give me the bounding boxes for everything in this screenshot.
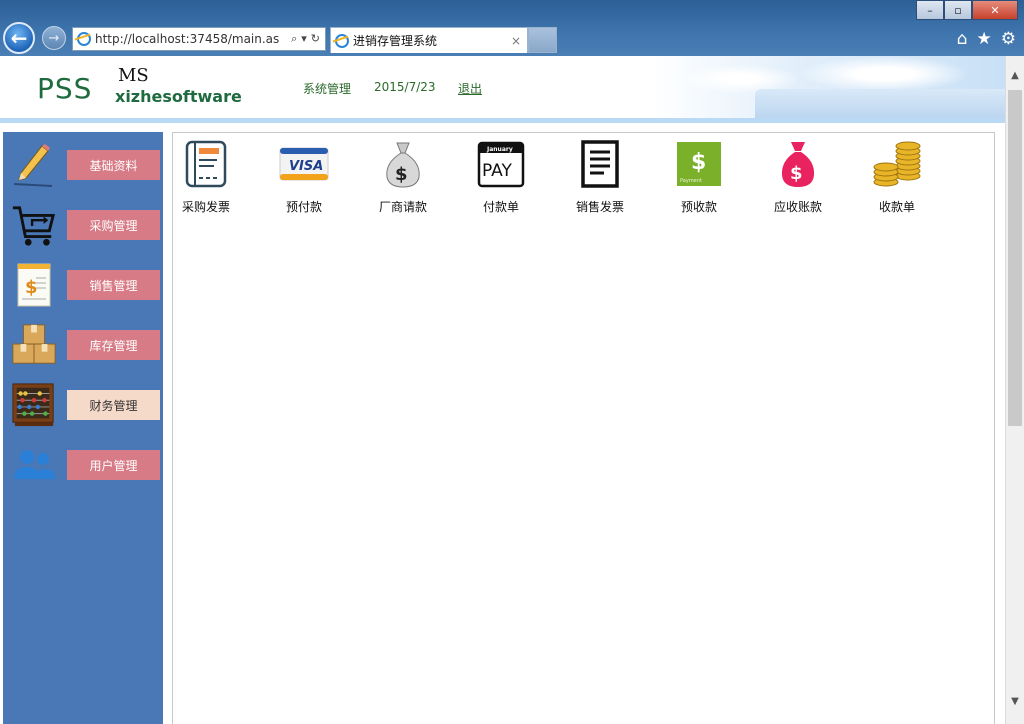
- finance-item-purchase-invoice[interactable]: 采购发票: [171, 139, 241, 215]
- finance-item-label: 预付款: [285, 200, 322, 214]
- sidebar-item-basic-data[interactable]: 基础资料: [3, 140, 163, 190]
- toolbar-icons: ⌂ ★ ⚙: [957, 29, 1016, 49]
- forward-button[interactable]: →: [42, 26, 66, 50]
- maximize-button[interactable]: ▫: [944, 0, 972, 20]
- sidebar-label[interactable]: 财务管理: [67, 390, 160, 420]
- finance-item-receipt[interactable]: 收款单: [862, 139, 932, 215]
- cloud-decoration: [800, 56, 970, 92]
- minimize-button[interactable]: –: [916, 0, 944, 20]
- address-bar[interactable]: http://localhost:37458/main.as ⌕ ▾ ↻: [72, 27, 326, 51]
- browser-chrome: – ▫ ✕ ← → http://localhost:37458/main.as…: [0, 0, 1024, 56]
- logo-subtitle: xizhesoftware: [115, 87, 242, 106]
- finance-item-label: 预收款: [680, 200, 717, 214]
- svg-text:$: $: [395, 164, 408, 185]
- finance-item-vendor-request[interactable]: $ 厂商请款: [368, 139, 438, 215]
- pay-calendar-icon: January PAY: [476, 139, 526, 189]
- header-divider: [0, 118, 1005, 123]
- sidebar-label[interactable]: 库存管理: [67, 330, 160, 360]
- finance-item-label: 销售发票: [575, 200, 624, 214]
- refresh-icon[interactable]: ↻: [311, 32, 320, 46]
- svg-text:$: $: [790, 163, 803, 184]
- scroll-up-icon[interactable]: ▲: [1008, 70, 1022, 86]
- users-icon: [11, 442, 57, 488]
- sidebar-item-sales[interactable]: $ 销售管理: [3, 260, 163, 310]
- logo-ms: MS: [118, 65, 149, 86]
- finance-item-payment-order[interactable]: January PAY 付款单: [466, 139, 536, 215]
- settings-gear-icon[interactable]: ⚙: [1001, 29, 1016, 49]
- svg-text:$: $: [691, 150, 706, 175]
- sidebar: 基础资料 采购管理 $ 销售管理 库存管理 财务管理 用户管理: [3, 132, 163, 724]
- logo-pss: PSS: [37, 72, 93, 105]
- svg-text:$: $: [25, 277, 38, 298]
- finance-item-label: 采购发票: [181, 200, 230, 214]
- close-window-button[interactable]: ✕: [972, 0, 1018, 20]
- finance-item-sales-invoice[interactable]: 销售发票: [565, 139, 635, 215]
- header-date: 2015/7/23: [374, 80, 436, 94]
- window-controls: – ▫ ✕: [916, 0, 1018, 20]
- sidebar-label[interactable]: 销售管理: [67, 270, 160, 300]
- svg-text:PAY: PAY: [482, 161, 512, 181]
- cart-icon: [11, 202, 57, 248]
- dropdown-icon[interactable]: ▾: [301, 32, 307, 46]
- scrollbar-thumb[interactable]: [1008, 90, 1022, 426]
- browser-tab[interactable]: 进销存管理系统 ×: [330, 27, 528, 53]
- logout-link[interactable]: 退出: [458, 80, 482, 97]
- finance-item-label: 收款单: [878, 200, 915, 214]
- favorites-icon[interactable]: ★: [977, 29, 992, 49]
- money-bag-icon: $: [378, 139, 428, 189]
- invoice-icon: $: [11, 262, 57, 308]
- coins-icon: [872, 139, 922, 189]
- sidebar-label[interactable]: 基础资料: [67, 150, 160, 180]
- receivable-bag-icon: $: [773, 139, 823, 189]
- boxes-icon: [11, 322, 57, 368]
- ie-icon: [77, 32, 91, 46]
- svg-text:January: January: [486, 146, 513, 153]
- nav-system-management[interactable]: 系统管理: [303, 80, 351, 97]
- sales-invoice-icon: [575, 139, 625, 189]
- finance-item-label: 厂商请款: [378, 200, 427, 214]
- header-sky-panel: [755, 89, 1005, 118]
- sidebar-label[interactable]: 用户管理: [67, 450, 160, 480]
- search-icon[interactable]: ⌕: [291, 32, 297, 46]
- purchase-invoice-icon: [181, 139, 231, 189]
- abacus-icon: [11, 382, 57, 428]
- sidebar-item-users[interactable]: 用户管理: [3, 440, 163, 490]
- finance-item-prepayment[interactable]: VISA 预付款: [269, 139, 339, 215]
- page: PSS MS xizhesoftware 系统管理 2015/7/23 退出 基…: [0, 56, 1005, 724]
- vertical-scrollbar[interactable]: ▲ ▼: [1005, 56, 1024, 724]
- sidebar-item-inventory[interactable]: 库存管理: [3, 320, 163, 370]
- svg-text:VISA: VISA: [289, 159, 323, 174]
- tab-close-icon[interactable]: ×: [511, 34, 521, 48]
- sidebar-item-purchase[interactable]: 采购管理: [3, 200, 163, 250]
- svg-text:Payment: Payment: [680, 178, 702, 184]
- tab-ie-icon: [335, 33, 349, 48]
- back-button[interactable]: ←: [3, 22, 35, 54]
- visa-card-icon: VISA: [279, 139, 329, 189]
- finance-item-receivables[interactable]: $ 应收账款: [763, 139, 833, 215]
- scroll-down-icon[interactable]: ▼: [1008, 696, 1022, 712]
- finance-item-advance-receipt[interactable]: $ Payment 预收款: [664, 139, 734, 215]
- payment-icon: $ Payment: [674, 139, 724, 189]
- new-tab-button[interactable]: [528, 27, 557, 53]
- finance-item-label: 应收账款: [773, 200, 822, 214]
- content-panel: 采购发票 VISA 预付款 $ 厂商请款 January PAY 付款单 销售发…: [172, 132, 995, 724]
- address-buttons: ⌕ ▾ ↻: [291, 32, 320, 46]
- finance-item-label: 付款单: [482, 200, 519, 214]
- tab-title: 进销存管理系统: [353, 34, 438, 48]
- sidebar-item-finance[interactable]: 财务管理: [3, 380, 163, 430]
- pencil-icon: [11, 142, 57, 188]
- address-text[interactable]: http://localhost:37458/main.as: [95, 32, 291, 46]
- sidebar-label[interactable]: 采购管理: [67, 210, 160, 240]
- home-icon[interactable]: ⌂: [957, 29, 968, 49]
- page-header: PSS MS xizhesoftware 系统管理 2015/7/23 退出: [0, 56, 1005, 118]
